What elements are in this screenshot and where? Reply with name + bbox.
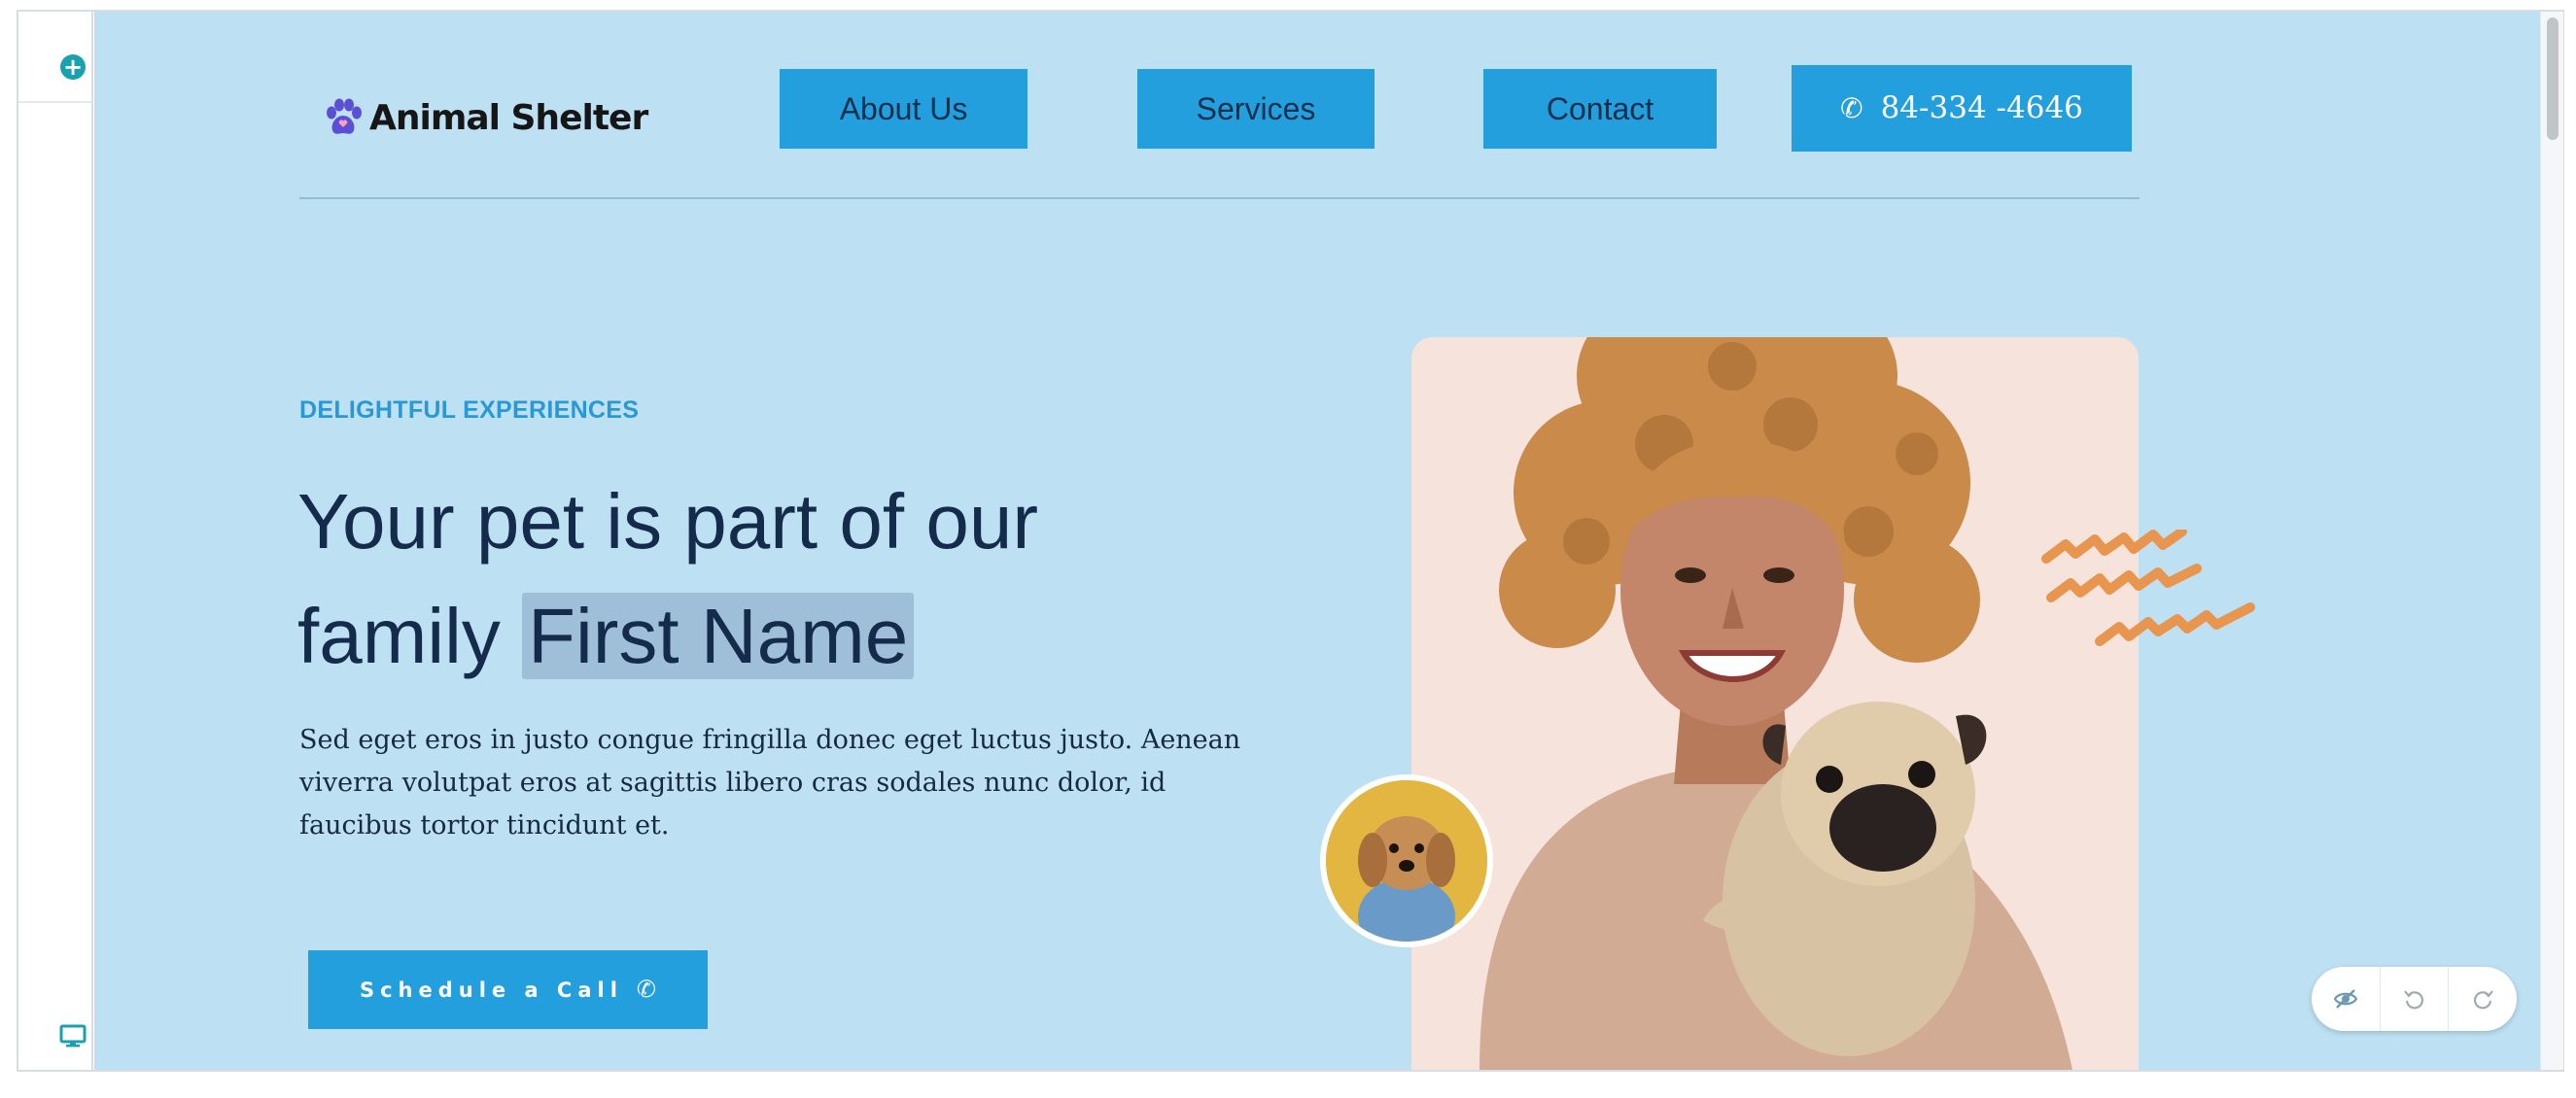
scrollbar-thumb[interactable] [2547, 17, 2559, 140]
hero-headline: Your pet is part of our family First Nam… [297, 464, 1270, 694]
hero-lead-paragraph: Sed eget eros in justo congue fringilla … [299, 725, 1241, 841]
schedule-call-button[interactable]: Schedule a Call ✆ [308, 950, 708, 1029]
phone-button[interactable]: ✆ 84-334 -4646 [1792, 65, 2132, 152]
page-canvas: Animal Shelter About Us Services Contact… [94, 12, 2540, 1070]
hero-eyebrow: DELIGHTFUL EXPERIENCES [299, 396, 640, 424]
canvas-scrollbar[interactable] [2540, 12, 2563, 1070]
phone-icon: ✆ [636, 976, 657, 1003]
headline-line-2: family First Name [297, 579, 1270, 694]
phone-number: 84-334 -4646 [1880, 90, 2083, 125]
desktop-monitor-icon[interactable] [59, 1022, 87, 1049]
dog-avatar-badge [1320, 774, 1493, 947]
cta-label: Schedule a Call [359, 978, 623, 1002]
logo-text: Animal Shelter [369, 98, 648, 138]
nav-about-us[interactable]: About Us [780, 69, 1027, 149]
first-name-merge-tag[interactable]: First Name [522, 593, 915, 679]
toolbar-divider [18, 101, 91, 103]
header-divider [299, 197, 2140, 199]
nav-contact[interactable]: Contact [1483, 69, 1717, 149]
hide-icon[interactable] [2312, 967, 2380, 1031]
paw-icon [327, 98, 362, 134]
redo-icon[interactable] [2448, 967, 2517, 1031]
site-logo[interactable]: Animal Shelter [323, 89, 648, 148]
undo-icon[interactable] [2379, 967, 2449, 1031]
editor-side-toolbar: + [18, 12, 93, 1070]
headline-line-1: Your pet is part of our [297, 478, 1038, 565]
phone-icon: ✆ [1840, 92, 1863, 124]
floating-editor-controls [2312, 967, 2517, 1031]
hero-photo-woman-with-pug [1411, 337, 2139, 1070]
headline-prefix: family [297, 593, 523, 679]
decorative-squiggle [2041, 530, 2255, 646]
plus-circle-icon[interactable]: + [60, 54, 86, 80]
nav-services[interactable]: Services [1137, 69, 1375, 149]
